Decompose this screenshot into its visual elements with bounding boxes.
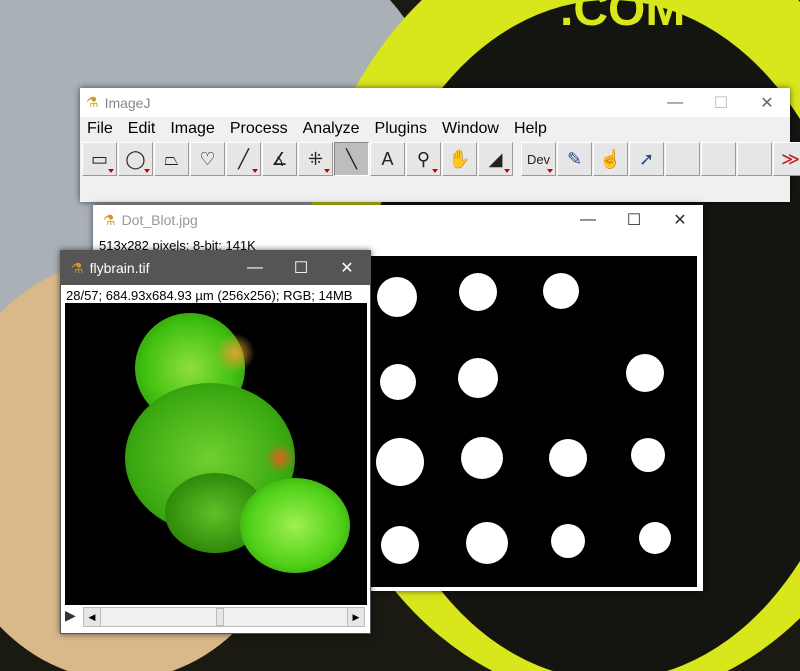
image-info: 28/57; 684.93x684.93 µm (256x256); RGB; … bbox=[66, 288, 353, 303]
rectangle-tool-icon: ▭ bbox=[90, 148, 108, 169]
close-button[interactable]: ✕ bbox=[744, 88, 790, 117]
polygon-tool-icon: ⏢ bbox=[164, 148, 179, 169]
menu-edit[interactable]: Edit bbox=[121, 117, 164, 141]
slice-scrollbar[interactable]: ◀ ▶ bbox=[83, 607, 365, 627]
scrollbar-thumb[interactable] bbox=[215, 608, 224, 626]
dropdown-indicator-icon bbox=[108, 169, 114, 173]
oval-tool-button[interactable]: ◯ bbox=[118, 142, 153, 176]
blot-dot bbox=[377, 277, 417, 317]
line-tool-button[interactable]: ╱ bbox=[226, 142, 261, 176]
freehand-tool-button[interactable]: ♡ bbox=[190, 142, 225, 176]
blot-dot bbox=[549, 439, 587, 477]
window-title: ImageJ bbox=[104, 94, 151, 111]
brush-tool-icon: ✎ bbox=[566, 148, 583, 169]
dropdown-indicator-icon bbox=[324, 169, 330, 173]
scroll-right-arrow[interactable]: ▶ bbox=[347, 608, 364, 626]
dropdown-indicator-icon bbox=[252, 169, 258, 173]
magnifier-tool-icon: ⚲ bbox=[416, 148, 431, 169]
wand-tool-icon: ╲ bbox=[346, 148, 357, 169]
dropdown-indicator-icon bbox=[504, 169, 510, 173]
blot-dot bbox=[639, 522, 671, 554]
wallpaper-logo-text: .COM bbox=[560, 0, 686, 36]
angle-tool-button[interactable]: ∡ bbox=[262, 142, 297, 176]
minimize-button[interactable]: — bbox=[232, 251, 278, 285]
maximize-button[interactable]: ☐ bbox=[611, 205, 657, 235]
line-tool-icon: ╱ bbox=[238, 148, 249, 169]
color-picker-tool-icon: ◢ bbox=[488, 148, 503, 169]
flood-fill-tool-icon: ☝ bbox=[599, 148, 622, 169]
blot-dot bbox=[631, 438, 665, 472]
blot-dot bbox=[380, 364, 416, 400]
hand-tool-button[interactable]: ✋ bbox=[442, 142, 477, 176]
brush-tool-button[interactable]: ✎ bbox=[557, 142, 592, 176]
arrow-tool-button[interactable]: ➚ bbox=[629, 142, 664, 176]
maximize-button[interactable]: ☐ bbox=[278, 251, 324, 285]
dropdown-indicator-icon bbox=[432, 169, 438, 173]
angle-tool-icon: ∡ bbox=[271, 148, 288, 169]
oval-tool-icon: ◯ bbox=[125, 148, 146, 169]
arrow-tool-icon: ➚ bbox=[638, 148, 655, 169]
menu-process[interactable]: Process bbox=[223, 117, 296, 141]
flybrain-window: ⚗ flybrain.tif — ☐ ✕ 28/57; 684.93x684.9… bbox=[60, 250, 371, 634]
magnifier-tool-button[interactable]: ⚲ bbox=[406, 142, 441, 176]
empty-slot-button[interactable] bbox=[701, 142, 736, 176]
dev-tool-icon: Dev bbox=[526, 151, 551, 167]
rectangle-tool-button[interactable]: ▭ bbox=[82, 142, 117, 176]
flybrain-titlebar[interactable]: ⚗ flybrain.tif — ☐ ✕ bbox=[61, 251, 370, 285]
blot-dot bbox=[551, 524, 585, 558]
dev-tool-button[interactable]: Dev bbox=[521, 142, 556, 176]
dropdown-indicator-icon bbox=[547, 169, 553, 173]
microscope-icon: ⚗ bbox=[103, 211, 116, 228]
menu-image[interactable]: Image bbox=[163, 117, 222, 141]
menu-window[interactable]: Window bbox=[435, 117, 507, 141]
blot-dot bbox=[459, 273, 497, 311]
flood-fill-tool-button[interactable]: ☝ bbox=[593, 142, 628, 176]
menu-file[interactable]: File bbox=[80, 117, 121, 141]
multipoint-tool-button[interactable]: ⁜ bbox=[298, 142, 333, 176]
multipoint-tool-icon: ⁜ bbox=[307, 148, 324, 169]
close-button[interactable]: ✕ bbox=[324, 251, 370, 285]
wand-tool-button[interactable]: ╲ bbox=[334, 142, 369, 176]
text-tool-button[interactable]: A bbox=[370, 142, 405, 176]
text-tool-icon: A bbox=[381, 148, 394, 169]
freehand-tool-icon: ♡ bbox=[199, 148, 216, 169]
blot-dot bbox=[381, 526, 419, 564]
blot-dot bbox=[466, 522, 508, 564]
dropdown-indicator-icon bbox=[144, 169, 150, 173]
animation-play-button[interactable]: ▶ bbox=[65, 607, 76, 624]
scroll-left-arrow[interactable]: ◀ bbox=[84, 608, 101, 626]
empty-slot-button[interactable] bbox=[665, 142, 700, 176]
menu-analyze[interactable]: Analyze bbox=[296, 117, 368, 141]
toolbar: ▭ ◯ ⏢ ♡ ╱ ∡ ⁜ ╲ A ⚲ ✋ ◢ Dev ✎ ☝ ➚ ≫ bbox=[82, 142, 800, 176]
imagej-window: ⚗ ImageJ — ☐ ✕ File Edit Image Process Analy… bbox=[80, 88, 800, 202]
flybrain-canvas[interactable] bbox=[65, 303, 367, 605]
dotblot-titlebar[interactable]: ⚗ Dot_Blot.jpg — ☐ ✕ bbox=[93, 205, 703, 235]
minimize-button[interactable]: — bbox=[652, 88, 698, 117]
microscope-icon: ⚗ bbox=[86, 94, 99, 110]
menu-help[interactable]: Help bbox=[507, 117, 555, 141]
polygon-tool-button[interactable]: ⏢ bbox=[154, 142, 189, 176]
toolbar-separator bbox=[514, 142, 521, 176]
close-button[interactable]: ✕ bbox=[657, 205, 703, 235]
minimize-button[interactable]: — bbox=[565, 205, 611, 235]
imagej-titlebar[interactable]: ⚗ ImageJ — ☐ ✕ bbox=[80, 88, 790, 117]
more-tools-icon: ≫ bbox=[781, 148, 800, 169]
menu-bar: File Edit Image Process Analyze Plugins Window… bbox=[80, 117, 555, 141]
blot-dot bbox=[543, 273, 579, 309]
hand-tool-icon: ✋ bbox=[448, 148, 471, 169]
color-picker-tool-button[interactable]: ◢ bbox=[478, 142, 513, 176]
blot-dot bbox=[376, 438, 424, 486]
blot-dot bbox=[626, 354, 664, 392]
menu-plugins[interactable]: Plugins bbox=[368, 117, 435, 141]
blot-dot bbox=[461, 437, 503, 479]
blot-dot bbox=[458, 358, 498, 398]
window-title: Dot_Blot.jpg bbox=[121, 212, 198, 228]
microscope-icon: ⚗ bbox=[71, 259, 84, 276]
window-title: flybrain.tif bbox=[89, 260, 150, 276]
empty-slot-button[interactable] bbox=[737, 142, 772, 176]
maximize-button[interactable]: ☐ bbox=[698, 88, 744, 117]
more-tools-button[interactable]: ≫ bbox=[773, 142, 800, 176]
